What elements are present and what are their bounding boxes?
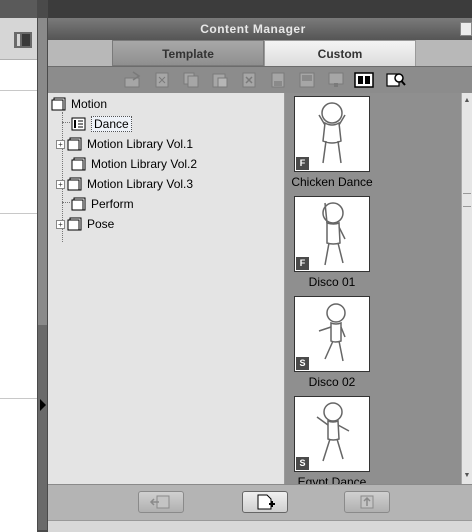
tree-item-label: Pose — [87, 217, 115, 231]
left-panel-titlebar — [0, 0, 40, 18]
library-item-disco-01[interactable]: F Disco 01 — [294, 196, 370, 289]
export-icon — [360, 495, 374, 509]
tab-custom[interactable]: Custom — [264, 40, 416, 66]
library-scrollbar[interactable]: ▲ ▼ — [461, 93, 472, 484]
thumbnail[interactable]: F — [294, 196, 370, 272]
type-badge: S — [296, 357, 309, 370]
tree-guide-line — [62, 202, 70, 203]
left-panel-divider — [0, 90, 40, 91]
folder-icon — [71, 157, 86, 171]
thumbnail-caption: Disco 02 — [308, 375, 356, 389]
toolbar — [48, 66, 472, 93]
search-icon[interactable] — [386, 71, 406, 89]
folder-icon — [67, 137, 82, 151]
folder-icon — [51, 97, 66, 111]
type-badge: F — [296, 157, 309, 170]
thumbnail-caption: Disco 01 — [308, 275, 356, 289]
back-button[interactable] — [138, 491, 184, 513]
import-icon[interactable] — [123, 71, 143, 89]
titlebar: Content Manager — [48, 18, 472, 40]
save-icon[interactable] — [268, 71, 288, 89]
tree-guide-line — [62, 122, 70, 123]
add-to-scene-icon[interactable] — [326, 71, 346, 89]
tree-item-label: Motion Library Vol.2 — [91, 157, 198, 171]
folder-icon — [71, 197, 86, 211]
left-panel-divider — [0, 398, 40, 399]
library-item-disco-02[interactable]: S Disco 02 — [294, 296, 370, 389]
library-item-chicken-dance[interactable]: F Chicken Dance — [291, 96, 373, 189]
tab-template[interactable]: Template — [112, 40, 264, 66]
back-icon — [149, 495, 170, 509]
tree-item-motion-library-vol-2[interactable]: Motion Library Vol.2 — [71, 155, 197, 173]
tree-item-motion[interactable]: Motion — [51, 95, 107, 113]
folder-icon — [67, 217, 82, 231]
scroll-up-icon[interactable]: ▲ — [462, 96, 472, 106]
left-panel-divider — [0, 213, 40, 214]
tree-item-motion-library-vol-3[interactable]: + Motion Library Vol.3 — [56, 175, 193, 193]
tree-item-label: Motion Library Vol.1 — [87, 137, 194, 151]
add-button[interactable] — [242, 491, 288, 513]
left-panel — [0, 0, 40, 532]
export-button[interactable] — [344, 491, 390, 513]
tree-item-dance[interactable]: Dance — [71, 115, 132, 133]
content-manager-panel: Content Manager Template Custom Motion D… — [48, 18, 472, 532]
scrollbar-thumb[interactable] — [463, 193, 471, 207]
left-panel-toolbar — [0, 18, 40, 60]
thumbnail[interactable]: S — [294, 296, 370, 372]
type-badge: S — [296, 457, 309, 470]
panel-toggle-icon[interactable] — [12, 30, 34, 50]
expand-plus-icon[interactable]: + — [56, 139, 65, 149]
thumbnail-caption: Egypt Dance — [297, 475, 367, 484]
tab-bar: Template Custom — [48, 40, 472, 66]
app-root: Content Manager Template Custom Motion D… — [0, 0, 472, 532]
thumbnail[interactable]: F — [294, 96, 370, 172]
folder-icon — [67, 177, 82, 191]
type-badge: F — [296, 257, 309, 270]
tree-item-motion-library-vol-1[interactable]: + Motion Library Vol.1 — [56, 135, 193, 153]
motion-file-icon — [71, 117, 86, 131]
library-item-egypt-dance[interactable]: S Egypt Dance — [294, 396, 370, 484]
thumbnail-view-icon[interactable] — [354, 71, 374, 89]
expand-plus-icon[interactable]: + — [56, 179, 65, 189]
footer-bar — [48, 484, 472, 520]
collapse-arrow-icon[interactable] — [40, 399, 46, 411]
scroll-down-icon[interactable]: ▼ — [462, 471, 472, 481]
add-file-icon — [257, 494, 275, 510]
paste-icon[interactable] — [210, 71, 230, 89]
thumbnail-caption: Chicken Dance — [291, 175, 373, 189]
cut-icon[interactable] — [152, 71, 172, 89]
tree-item-perform[interactable]: Perform — [71, 195, 134, 213]
tree-item-label: Motion — [71, 97, 108, 111]
status-strip — [48, 520, 472, 532]
copy-icon[interactable] — [181, 71, 201, 89]
tree-item-pose[interactable]: + Pose — [56, 215, 114, 233]
window-title: Content Manager — [200, 22, 306, 36]
close-button[interactable] — [460, 22, 472, 36]
tree-item-label: Perform — [91, 197, 134, 211]
left-scrollbar-thumb[interactable] — [38, 325, 47, 530]
tree-item-label: Motion Library Vol.3 — [87, 177, 194, 191]
library-icon[interactable] — [297, 71, 317, 89]
expand-plus-icon[interactable]: + — [56, 219, 65, 229]
thumbnail[interactable]: S — [294, 396, 370, 472]
delete-icon[interactable] — [239, 71, 259, 89]
library-grid: F Chicken Dance F Disco 01 S Disco 02 S … — [285, 93, 461, 484]
tree-item-label: Dance — [91, 116, 132, 132]
folder-tree: Motion Dance + Motion Library Vol.1 Moti… — [48, 93, 285, 484]
